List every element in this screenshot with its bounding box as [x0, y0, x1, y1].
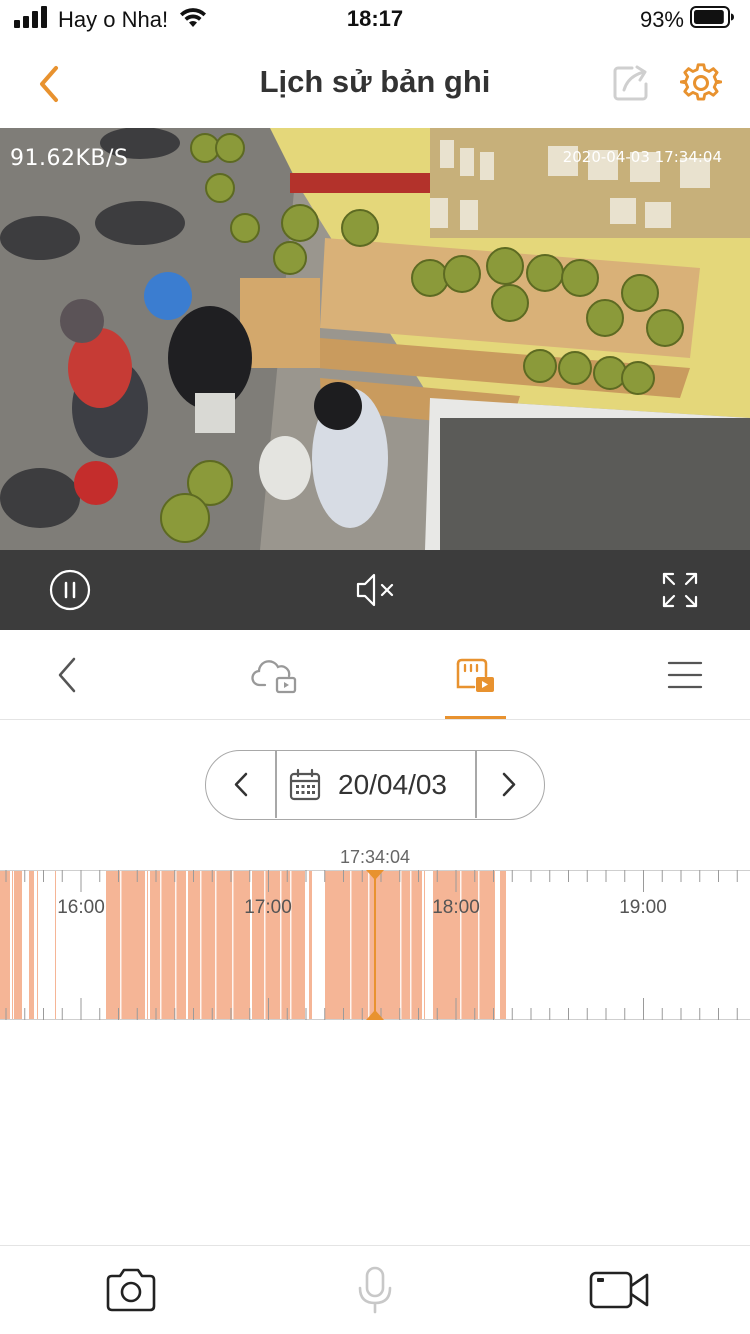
- bottom-action-bar: [0, 1245, 750, 1334]
- recording-gap: [160, 870, 162, 1020]
- recording-segment: [325, 870, 422, 1020]
- recording-gap: [264, 870, 266, 1020]
- mute-button[interactable]: [354, 568, 398, 612]
- cloud-playback-icon: [251, 660, 297, 694]
- tab-menu[interactable]: [662, 654, 708, 696]
- divider: [275, 751, 277, 818]
- video-feed[interactable]: 91.62KB/S 2020-04-03 17:34:04: [0, 128, 750, 550]
- camera-icon: [106, 1268, 156, 1312]
- status-right: 93%: [640, 6, 736, 33]
- fullscreen-icon: [662, 572, 698, 608]
- record-button[interactable]: [588, 1266, 652, 1314]
- battery-icon: [690, 6, 736, 33]
- speaker-muted-icon: [356, 573, 394, 607]
- recording-segment: [12, 870, 13, 1020]
- date-picker: 20/04/03: [205, 750, 545, 820]
- sd-card-playback-icon: [456, 658, 494, 692]
- recording-gap: [232, 870, 234, 1020]
- share-icon: [613, 65, 648, 101]
- recording-segment: [147, 870, 148, 1020]
- timeline-label: 16:00: [57, 897, 105, 918]
- video-timestamp: 2020-04-03 17:34:04: [562, 148, 722, 166]
- recording-segment: [309, 870, 312, 1020]
- recording-gap: [200, 870, 202, 1020]
- share-button[interactable]: [610, 62, 652, 104]
- recording-gap: [410, 870, 412, 1020]
- tab-bar: [0, 630, 750, 720]
- snapshot-button[interactable]: [104, 1266, 158, 1314]
- pause-button[interactable]: [48, 568, 92, 612]
- nav-header: Lịch sử bản ghi: [0, 40, 750, 128]
- video-camera-icon: [589, 1271, 649, 1309]
- timeline-current-time: 17:34:04: [339, 847, 411, 867]
- timeline-label: 19:00: [619, 897, 667, 918]
- clock: 18:17: [346, 6, 404, 31]
- calendar-icon: [289, 768, 321, 800]
- recording-segment: [424, 870, 425, 1020]
- timeline-label: 17:00: [244, 897, 292, 918]
- microphone-icon: [358, 1266, 392, 1314]
- chevron-left-icon: [58, 657, 76, 693]
- recording-gap: [350, 870, 352, 1020]
- active-tab-indicator: [445, 716, 506, 719]
- talk-button[interactable]: [355, 1266, 395, 1314]
- recording-segment: [55, 870, 56, 1020]
- date-selector[interactable]: 20/04/03: [288, 751, 474, 818]
- next-day-button[interactable]: [474, 751, 544, 818]
- recording-segment: [106, 870, 145, 1020]
- fullscreen-button[interactable]: [658, 568, 702, 612]
- recording-gap: [120, 870, 122, 1020]
- recording-gap: [400, 870, 402, 1020]
- recording-timeline[interactable]: 16:00 17:00 18:00 19:00: [0, 870, 750, 1020]
- recording-segment: [37, 870, 38, 1020]
- recording-segment: [0, 870, 10, 1020]
- recording-segment: [433, 870, 495, 1020]
- chevron-left-icon: [234, 772, 248, 797]
- tab-back[interactable]: [44, 654, 90, 696]
- camera-scene: [0, 128, 750, 550]
- recording-gap: [280, 870, 282, 1020]
- recording-segment: [500, 870, 506, 1020]
- recording-gap: [290, 870, 292, 1020]
- video-bitrate: 91.62KB/S: [10, 146, 129, 171]
- battery-percent: 93%: [639, 6, 684, 32]
- recording-segment: [188, 870, 250, 1020]
- timeline-label: 18:00: [432, 897, 480, 918]
- recording-segment: [14, 870, 22, 1020]
- recording-gap: [368, 870, 370, 1020]
- recording-segment: [150, 870, 186, 1020]
- selected-date: 20/04/03: [338, 768, 447, 800]
- recording-gap: [215, 870, 217, 1020]
- recording-segment: [29, 870, 34, 1020]
- previous-day-button[interactable]: [206, 751, 276, 818]
- settings-button[interactable]: [679, 62, 723, 104]
- pause-icon: [49, 569, 91, 611]
- menu-icon: [667, 661, 703, 689]
- gear-icon: [679, 63, 723, 101]
- video-controls: [0, 550, 750, 630]
- recording-gap: [478, 870, 480, 1020]
- status-bar: Hay o Nha! 18:17 93%: [0, 0, 750, 40]
- tab-cloud-playback[interactable]: [251, 654, 297, 696]
- recording-gap: [175, 870, 177, 1020]
- recording-segment: [252, 870, 305, 1020]
- tab-sd-playback[interactable]: [452, 654, 498, 696]
- recording-gap: [460, 870, 462, 1020]
- timeline-track: [0, 870, 750, 1020]
- chevron-right-icon: [502, 772, 516, 797]
